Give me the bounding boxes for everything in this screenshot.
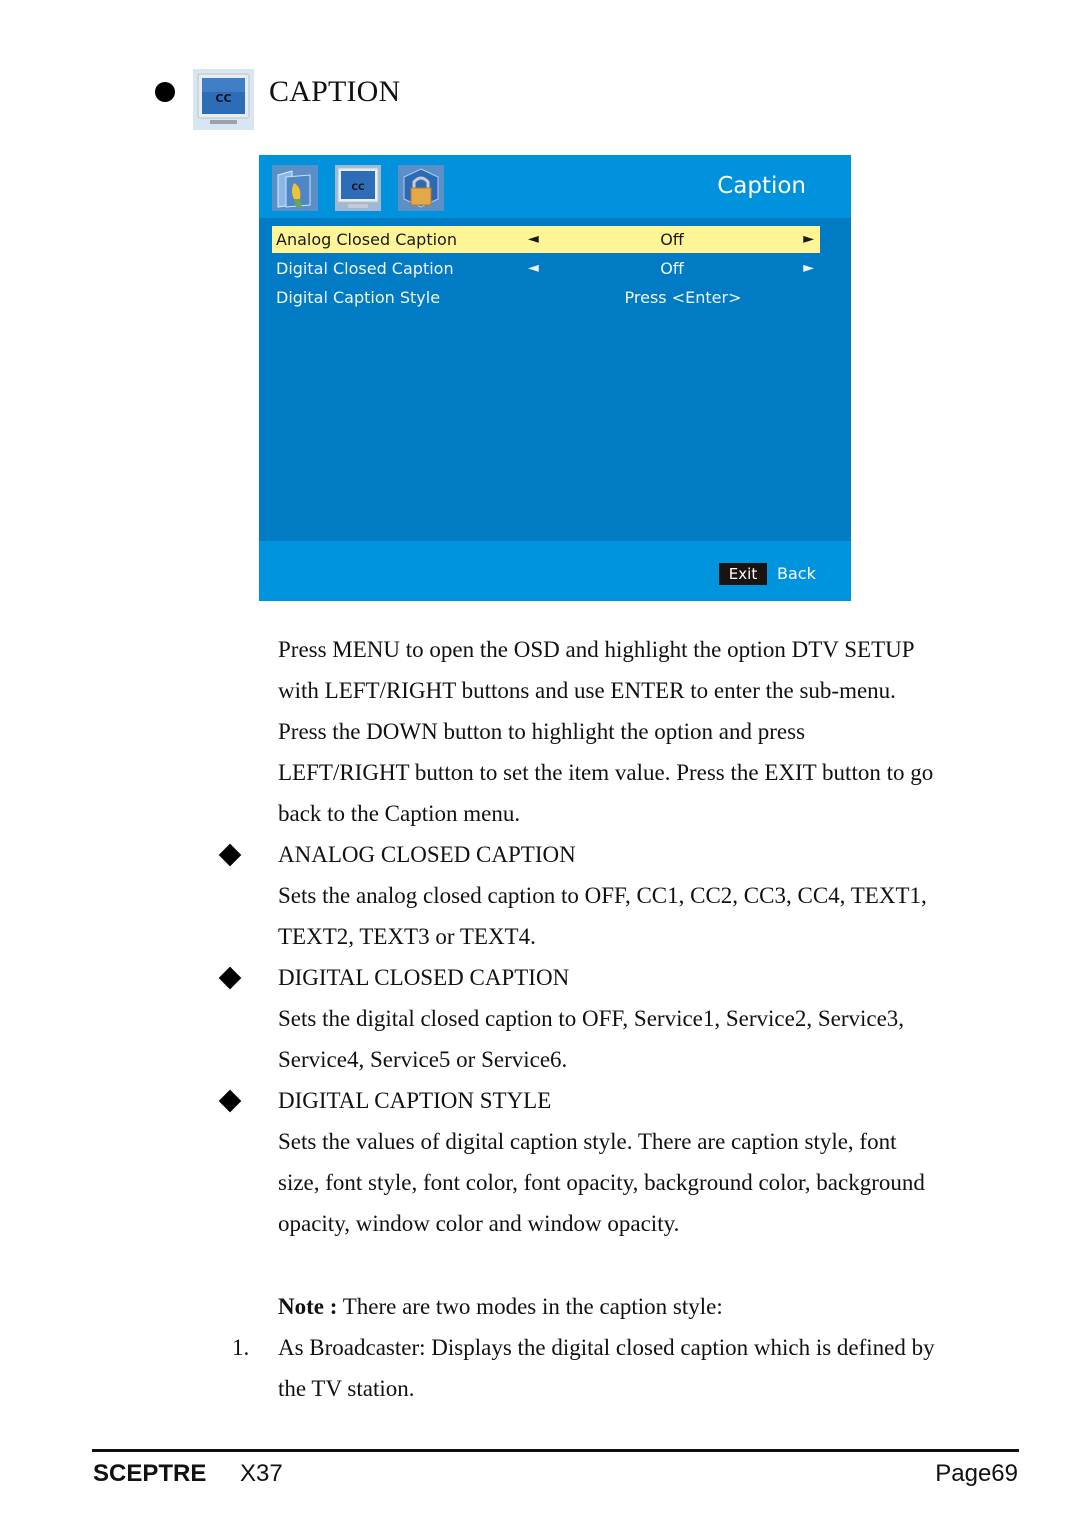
bullet-dot [155,82,175,102]
padlock-cube-icon[interactable] [398,165,444,211]
text-line: size, font style, font color, font opaci… [278,1170,925,1195]
item-analog-closed-caption: ANALOG CLOSED CAPTION Sets the analog cl… [278,834,1028,957]
text-line: Press MENU to open the OSD and highlight… [278,637,915,662]
left-arrow-icon[interactable]: ◄ [528,226,539,253]
text-line: Sets the analog closed caption to OFF, C… [278,883,927,908]
svg-text:CC: CC [215,92,231,105]
menu-item-label: Analog Closed Caption [276,230,457,249]
menu-item-digital-caption-style[interactable]: Digital Caption Style Press <Enter> [272,284,820,311]
menu-item-analog-closed-caption[interactable]: Analog Closed Caption ◄ Off ► [272,226,820,253]
numbered-item: As Broadcaster: Displays the digital clo… [278,1327,1028,1409]
item-digital-caption-style: DIGITAL CAPTION STYLE Sets the values of… [278,1080,1028,1244]
right-arrow-icon[interactable]: ► [803,226,814,253]
exit-button[interactable]: Exit [719,563,767,585]
item-heading: DIGITAL CLOSED CAPTION [278,965,570,990]
diamond-bullet-icon [218,966,242,990]
note-label: Note : [278,1294,338,1319]
footer-divider [92,1449,1019,1452]
menu-item-digital-closed-caption[interactable]: Digital Closed Caption ◄ Off ► [272,255,820,282]
footer-brand: SCEPTRE [93,1460,207,1487]
list-number: 1. [232,1335,250,1360]
text-line: Press the DOWN button to highlight the o… [278,719,806,744]
left-arrow-icon[interactable]: ◄ [528,255,539,282]
diamond-bullet-icon [218,843,242,867]
closed-caption-monitor-icon[interactable]: CC [335,165,381,211]
text-line: TEXT2, TEXT3 or TEXT4. [278,924,536,949]
text-line: opacity, window color and window opacity… [278,1211,680,1236]
osd-header: CC Caption [259,155,851,218]
right-arrow-icon[interactable]: ► [803,255,814,282]
menu-item-value: Off [660,259,684,278]
text-line: the TV station. [278,1376,415,1401]
text-line: Sets the digital closed caption to OFF, … [278,1006,905,1031]
item-heading: ANALOG CLOSED CAPTION [278,842,576,867]
closed-caption-monitor-icon: CC [193,69,254,130]
menu-item-label: Digital Closed Caption [276,259,454,278]
item-digital-closed-caption: DIGITAL CLOSED CAPTION Sets the digital … [278,957,1028,1080]
text-line: Sets the values of digital caption style… [278,1129,897,1154]
section-title: CAPTION [269,75,401,108]
note-text: There are two modes in the caption style… [337,1294,723,1319]
note: Note : There are two modes in the captio… [278,1286,1028,1327]
intro-paragraph: Press MENU to open the OSD and highlight… [278,629,1028,834]
menu-item-value: Press <Enter> [624,288,742,307]
footer-model: X37 [240,1460,283,1487]
text-line: Service4, Service5 or Service6. [278,1047,568,1072]
osd-caption-menu: CC Caption Analog Closed Caption ◄ Off ►… [259,155,851,601]
text-line: with LEFT/RIGHT buttons and use ENTER to… [278,678,896,703]
folder-pen-icon[interactable] [272,165,318,211]
page-number: Page69 [935,1460,1018,1487]
menu-item-label: Digital Caption Style [276,288,441,307]
text-line: As Broadcaster: Displays the digital clo… [278,1335,935,1360]
item-heading: DIGITAL CAPTION STYLE [278,1088,552,1113]
diamond-bullet-icon [218,1089,242,1113]
svg-text:CC: CC [351,183,365,193]
text-line: LEFT/RIGHT button to set the item value.… [278,760,934,785]
menu-item-value: Off [660,230,684,249]
back-label: Back [777,564,816,583]
osd-title: Caption [717,173,806,199]
osd-footer: Exit Back [259,541,851,601]
text-line: back to the Caption menu. [278,801,521,826]
